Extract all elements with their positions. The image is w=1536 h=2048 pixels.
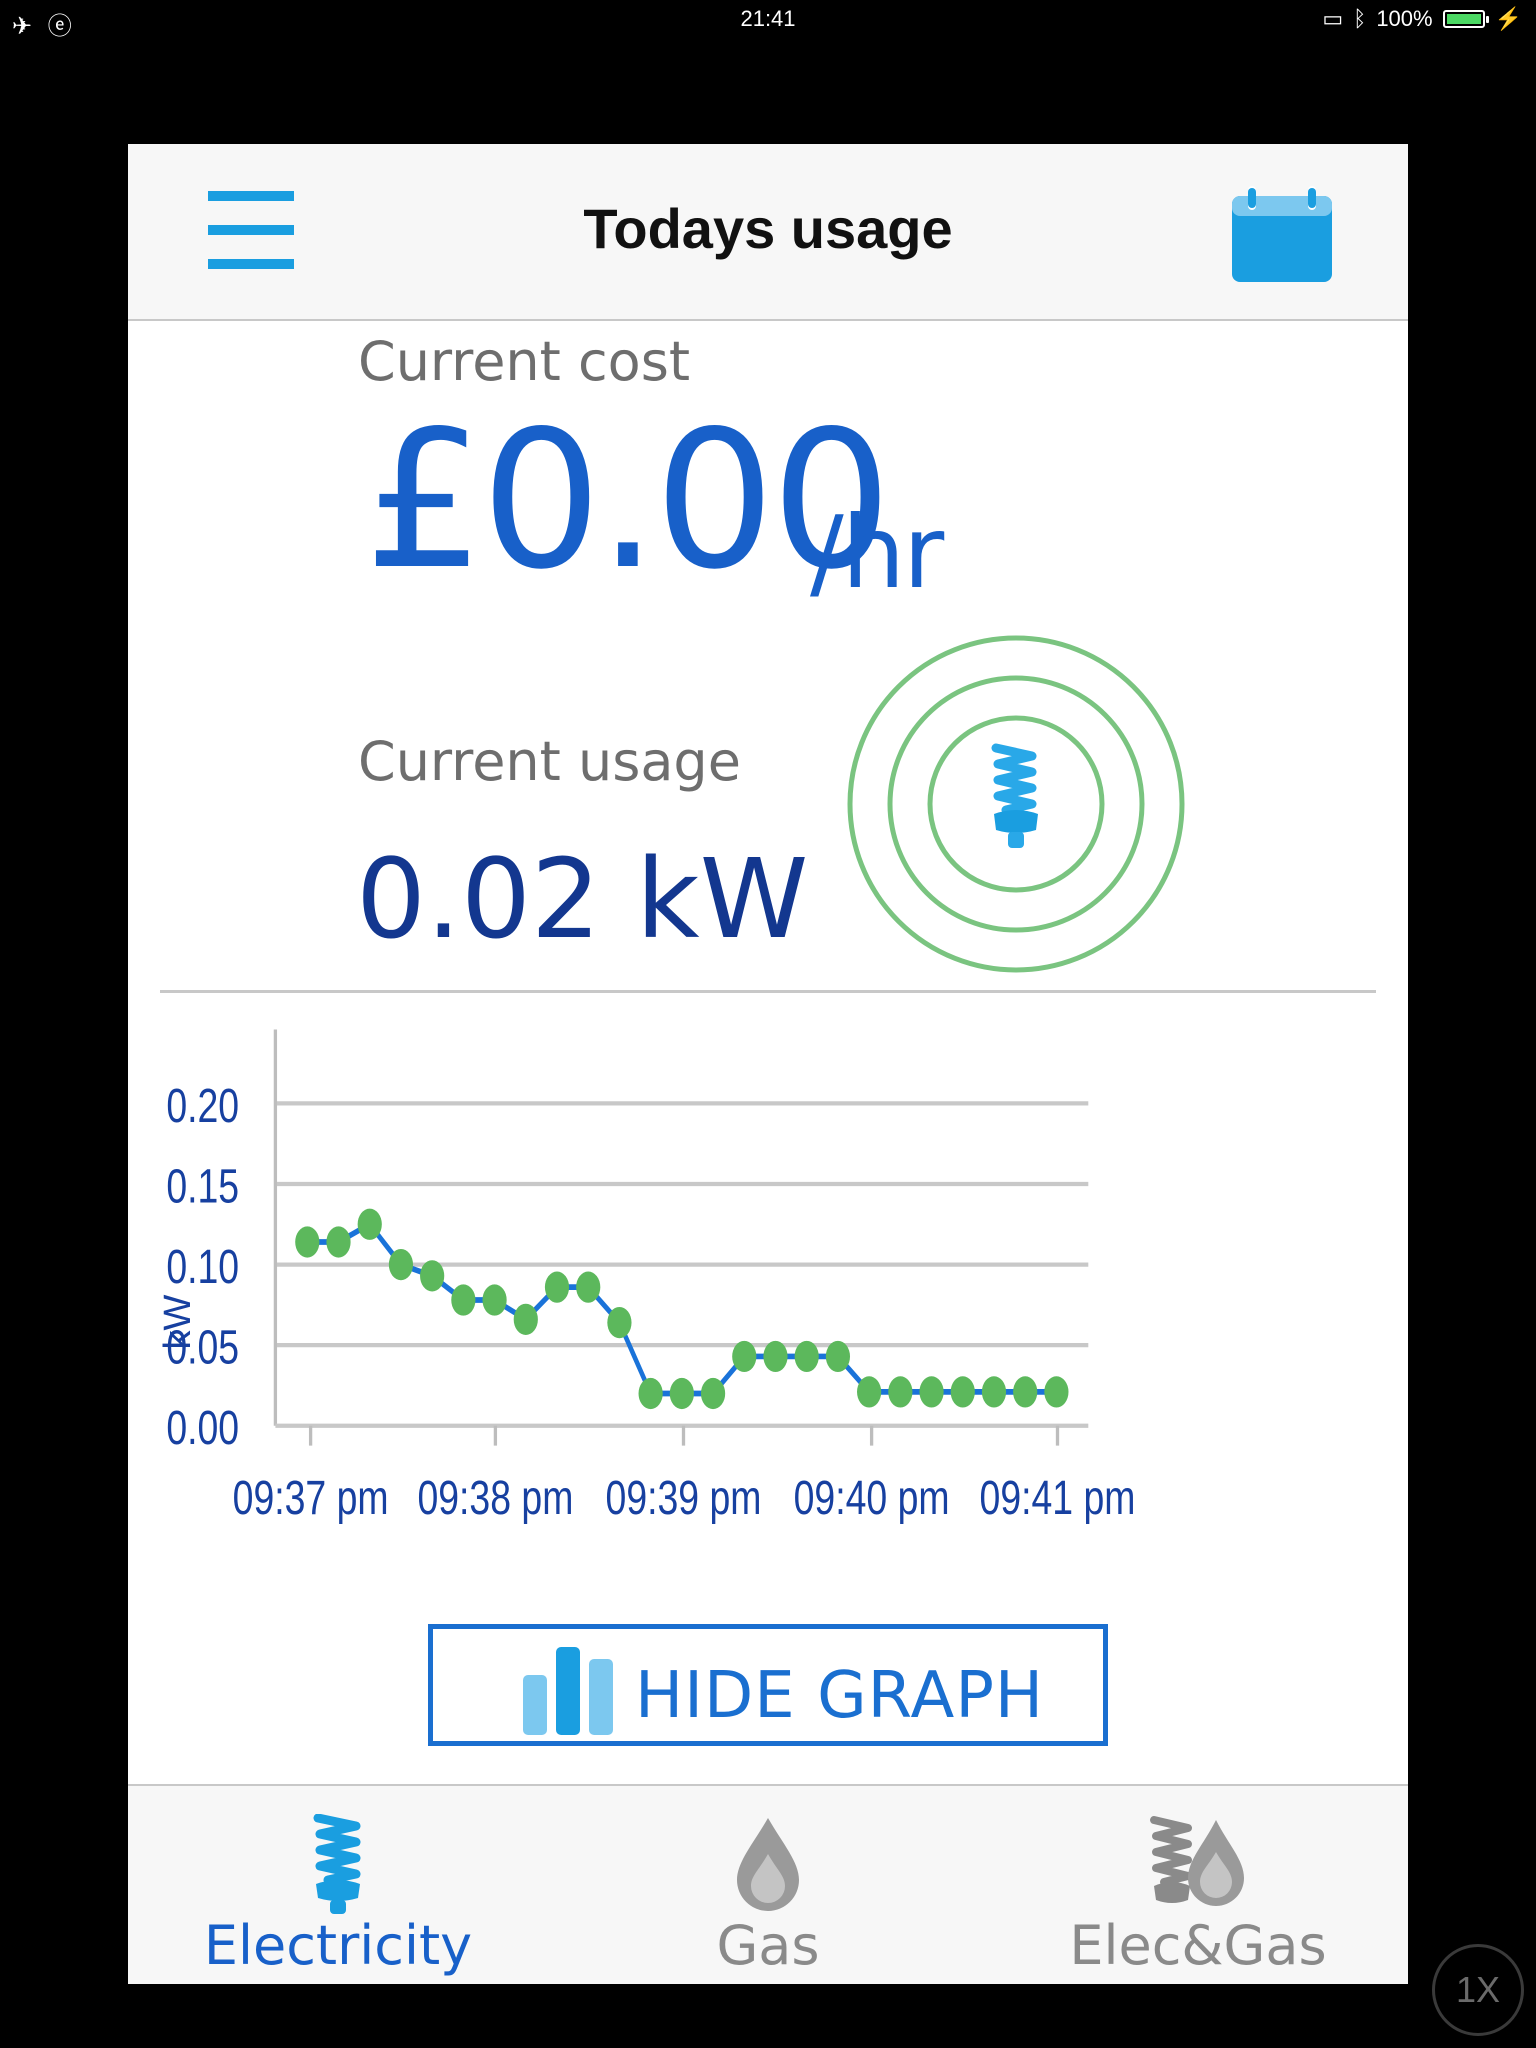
chart-series [295,1208,1069,1410]
data-point [763,1340,788,1373]
data-point [513,1303,538,1335]
tab-electricity[interactable]: Electricity [128,1786,548,1984]
data-point [1013,1376,1038,1408]
hide-graph-button[interactable]: HIDE GRAPH [428,1624,1108,1746]
data-point [888,1376,913,1408]
status-time: 21:41 [740,6,796,31]
series-line [307,1221,1057,1397]
data-point [420,1260,445,1292]
x-tick-label: 09:37 pm [233,1471,389,1525]
section-divider [160,990,1376,993]
current-cost-unit: /hr [810,494,944,611]
current-cost-label: Current cost [358,330,691,393]
battery-icon [1442,10,1489,28]
data-point [388,1248,414,1281]
data-point [669,1377,694,1410]
chart-grid [275,1101,1089,1348]
data-point [700,1377,726,1410]
calendar-button[interactable] [1230,186,1334,284]
bar-chart-icon [523,1647,613,1735]
x-tick-label: 09:39 pm [606,1471,762,1525]
data-point [544,1271,570,1303]
usage-chart: 0.000.050.100.150.2009:37 pm 09:38 pm 09:3… [157,1029,1136,1525]
bottom-tab-bar: Electricity Gas Elec&Gas [128,1784,1408,1984]
data-point [825,1340,851,1373]
data-point [451,1284,476,1316]
data-point [732,1340,757,1373]
current-usage-value: 0.02 kW [356,835,809,963]
y-axis-label: kW [157,1294,199,1349]
data-point [295,1226,320,1258]
app-screen: Todays usage Current cost £0.00 /hr Curr… [128,144,1408,1984]
tab-elec-gas-label: Elec&Gas [1069,1914,1327,1977]
tab-elec-gas[interactable]: Elec&Gas [988,1786,1408,1984]
x-tick-label: 09:38 pm [417,1471,573,1525]
status-bar: ✈ ⓔ 21:41 ▭ ᛒ 100% ⚡ [0,0,1536,40]
y-tick-label: 0.10 [166,1241,239,1295]
bulb-and-drop-icon [1150,1816,1244,1906]
y-tick-label: 0.15 [166,1160,239,1214]
tab-electricity-label: Electricity [203,1914,473,1977]
x-tick-label: 09:40 pm [794,1471,950,1525]
hide-graph-label: HIDE GRAPH [635,1659,1045,1733]
data-point [981,1376,1007,1408]
data-point [576,1271,601,1303]
bluetooth-icon: ᛒ [1353,6,1367,31]
bulb-icon [313,1814,361,1914]
data-point [607,1306,632,1339]
page-title: Todays usage [583,197,953,260]
data-point [919,1376,944,1408]
tab-gas-label: Gas [716,1914,820,1977]
zoom-toggle-button[interactable]: 1X [1432,1944,1524,2036]
data-point [950,1376,975,1408]
current-usage-label: Current usage [358,730,741,793]
usage-rings-indicator [847,635,1185,973]
y-tick-label: 0.00 [166,1402,239,1456]
data-point [357,1208,382,1240]
charging-icon: ⚡ [1494,6,1522,31]
data-point [857,1376,882,1408]
calendar-icon [1232,186,1332,282]
data-point [794,1340,819,1373]
bulb-icon [991,743,1038,848]
status-right-icons: ▭ ᛒ 100% ⚡ [1322,6,1522,32]
data-point [326,1226,351,1258]
data-point [482,1284,507,1316]
airplay-icon: ▭ [1322,6,1344,31]
flame-drop-icon [737,1818,799,1911]
x-tick-label: 09:41 pm [980,1471,1136,1525]
data-point [1044,1376,1069,1408]
y-tick-label: 0.20 [166,1079,239,1133]
battery-percent: 100% [1376,6,1433,31]
data-point [638,1377,663,1410]
tab-gas[interactable]: Gas [548,1786,988,1984]
nav-header: Todays usage [128,144,1408,321]
